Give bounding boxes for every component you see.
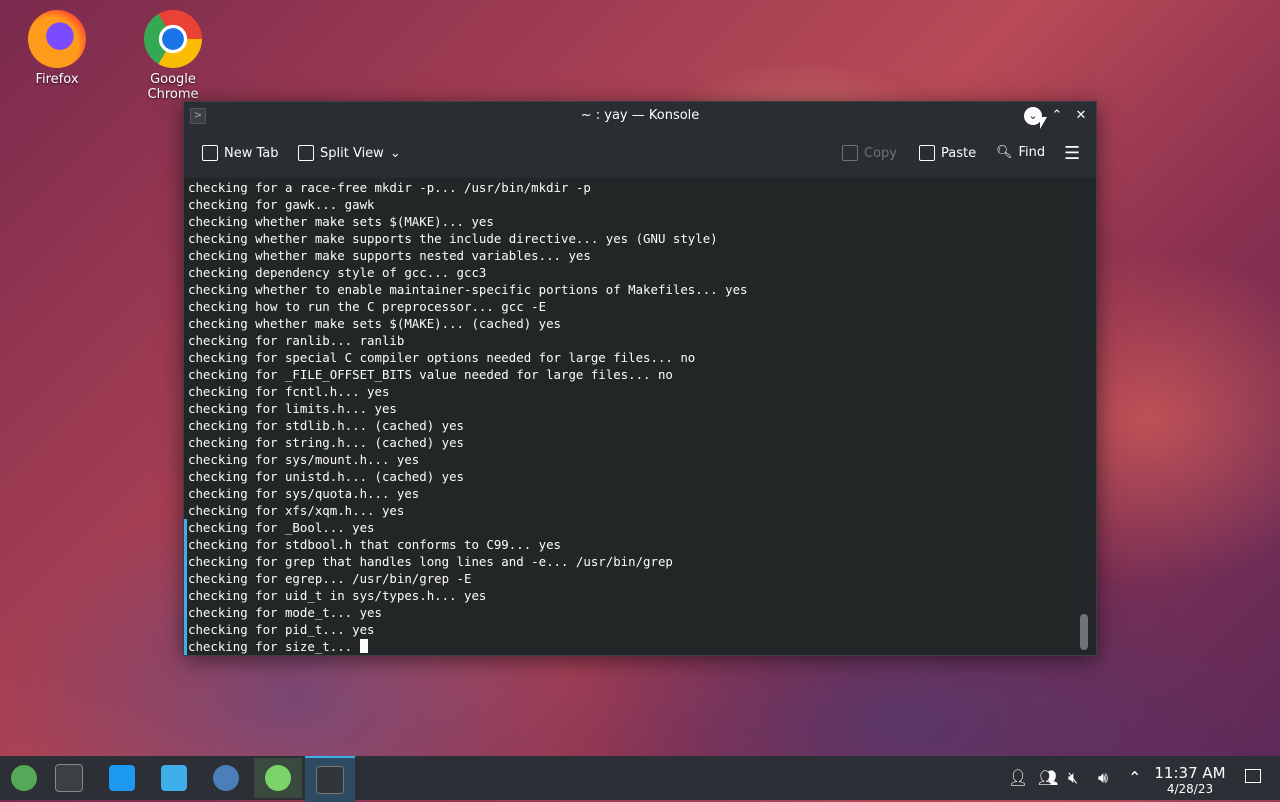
terminal-line: checking for sys/mount.h... yes [188, 452, 420, 467]
terminal-line: checking for xfs/xqm.h... yes [188, 503, 405, 518]
new-tab-label: New Tab [224, 145, 279, 161]
copy-icon [842, 145, 858, 161]
konsole-toolbar: New Tab Split View ⌄ Copy Paste 🔍︎ Find … [184, 130, 1096, 178]
terminal-line: checking for sys/quota.h... yes [188, 486, 420, 501]
paste-icon [919, 145, 935, 161]
desktop-icon-chrome[interactable]: Google Chrome [123, 2, 223, 102]
terminal-line: checking for pid_t... yes [184, 621, 1074, 638]
hamburger-icon: ☰ [1064, 143, 1081, 164]
chrome-icon [144, 10, 202, 68]
clock-date: 4/28/23 [1166, 782, 1214, 796]
terminal-line: checking for fcntl.h... yes [188, 384, 390, 399]
network-icon[interactable]: 👥︎ [1038, 768, 1058, 787]
terminal-line: checking for size_t... [184, 638, 1074, 655]
hamburger-menu-button[interactable]: ☰ [1064, 143, 1080, 164]
desktop-icon-label: Firefox [35, 72, 79, 87]
store-icon [109, 765, 135, 791]
new-tab-button[interactable]: New Tab [202, 145, 279, 161]
show-desktop-button[interactable] [1245, 769, 1261, 783]
find-label: Find [1018, 145, 1046, 160]
taskbar-system-settings[interactable] [45, 758, 93, 798]
taskbar-discover[interactable] [98, 758, 146, 798]
taskbar-settings[interactable] [202, 758, 250, 798]
tray-expand-icon[interactable]: ⌃ [1128, 768, 1141, 787]
terminal-line: checking for stdlib.h... (cached) yes [188, 418, 465, 433]
mouse-pointer-icon [1040, 117, 1047, 129]
desktop-icon-firefox[interactable]: Firefox [7, 2, 107, 87]
clock[interactable]: 11:37 AM 4/28/23 [1150, 764, 1230, 796]
copy-label: Copy [864, 145, 897, 161]
terminal-line: checking for stdbool.h that conforms to … [184, 536, 1074, 553]
download-icon [265, 765, 291, 791]
terminal-line: checking for _FILE_OFFSET_BITS value nee… [188, 367, 673, 382]
terminal-line: checking for uid_t in sys/types.h... yes [184, 587, 1074, 604]
sliders-icon [55, 764, 83, 792]
launcher-icon [11, 765, 37, 791]
terminal-line: checking for unistd.h... (cached) yes [188, 469, 465, 484]
user-icon[interactable]: 👤︎ [1008, 768, 1028, 787]
window-titlebar[interactable]: > ~ : yay — Konsole ⌄ ⌃ ✕ [184, 102, 1096, 130]
terminal-icon [316, 766, 344, 794]
split-view-label: Split View [320, 145, 384, 161]
terminal-line: checking for gawk... gawk [188, 197, 375, 212]
text-cursor [359, 639, 368, 653]
terminal-line: checking whether make supports the inclu… [188, 231, 718, 246]
taskbar-dolphin[interactable] [150, 758, 198, 798]
terminal-line: checking for _Bool... yes [184, 519, 1074, 536]
taskbar-updater[interactable] [254, 758, 302, 798]
konsole-window: > ~ : yay — Konsole ⌄ ⌃ ✕ New Tab Split … [183, 101, 1097, 656]
terminal-line: checking for egrep... /usr/bin/grep -E [184, 570, 1074, 587]
terminal-line: checking whether make supports nested va… [188, 248, 591, 263]
terminal-line: checking for grep that handles long line… [184, 553, 1074, 570]
scrollbar-thumb[interactable] [1080, 614, 1088, 650]
terminal-line: checking for ranlib... ranlib [188, 333, 405, 348]
gear-icon [213, 765, 239, 791]
folder-icon [161, 765, 187, 791]
search-icon: 🔍︎ [996, 145, 1013, 160]
paste-button[interactable]: Paste [919, 145, 976, 161]
terminal-line: checking whether make sets $(MAKE)... ye… [188, 214, 494, 229]
terminal-line: checking for limits.h... yes [188, 401, 397, 416]
window-title: ~ : yay — Konsole [580, 108, 700, 123]
terminal-line: checking how to run the C preprocessor..… [188, 299, 547, 314]
clock-time: 11:37 AM [1154, 764, 1226, 782]
find-button[interactable]: 🔍︎ Find [996, 145, 1045, 160]
terminal-output[interactable]: checking for a race-free mkdir -p... /us… [184, 179, 1074, 655]
terminal-scrollbar[interactable] [1077, 180, 1091, 654]
terminal-line: checking whether make sets $(MAKE)... (c… [188, 316, 561, 331]
firefox-icon [28, 10, 86, 68]
taskbar: 👤︎ 👥︎ 🔇︎ 🔊︎ ⌃ 11:37 AM 4/28/23 [0, 756, 1280, 802]
paste-label: Paste [941, 145, 977, 161]
terminal-line: checking for special C compiler options … [188, 350, 696, 365]
desktop-icon-label: Google Chrome [147, 72, 199, 102]
terminal-line: checking for string.h... (cached) yes [188, 435, 465, 450]
microphone-muted-icon[interactable]: 🔇︎ [1068, 768, 1078, 788]
terminal-line: checking dependency style of gcc... gcc3 [188, 265, 487, 280]
terminal-line: checking whether to enable maintainer-sp… [188, 282, 748, 297]
volume-icon[interactable]: 🔊︎ [1098, 768, 1108, 788]
copy-button[interactable]: Copy [842, 145, 897, 161]
split-view-button[interactable]: Split View ⌄ [298, 145, 401, 161]
close-button[interactable]: ✕ [1072, 107, 1090, 125]
terminal-line: checking for a race-free mkdir -p... /us… [188, 180, 591, 195]
new-tab-icon [202, 145, 218, 161]
maximize-button[interactable]: ⌃ [1048, 107, 1066, 125]
application-launcher[interactable] [0, 758, 48, 798]
split-view-icon [298, 145, 314, 161]
chevron-down-icon: ⌄ [389, 145, 401, 161]
taskbar-konsole[interactable] [305, 756, 355, 802]
terminal-line: checking for mode_t... yes [184, 604, 1074, 621]
